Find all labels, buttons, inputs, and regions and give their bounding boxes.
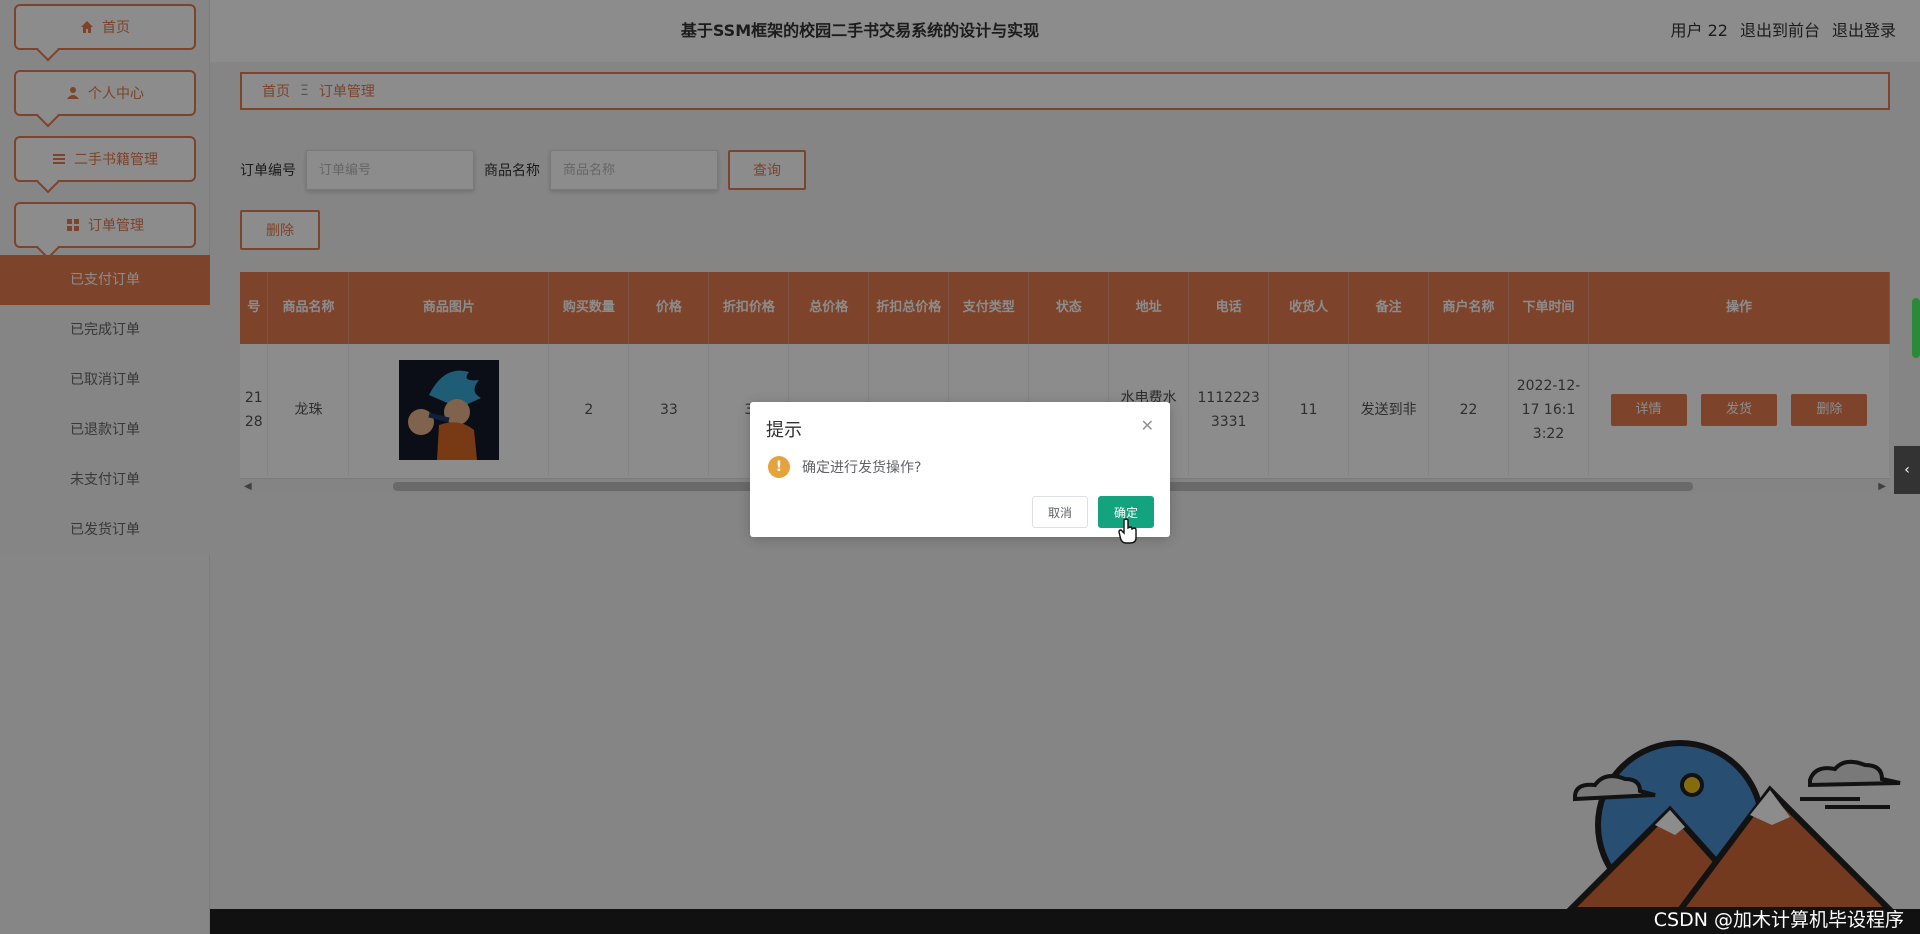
side-collapse-tab[interactable]: ‹ (1894, 446, 1920, 494)
hand-cursor-icon (1118, 518, 1137, 544)
page-scrollbar[interactable] (1912, 298, 1920, 358)
dialog-message-row: ! 确定进行发货操作? (768, 456, 921, 478)
close-icon[interactable]: ✕ (1141, 416, 1154, 435)
dialog-message: 确定进行发货操作? (802, 460, 922, 476)
dialog-title: 提示 (766, 420, 802, 441)
confirm-dialog: 提示 ✕ ! 确定进行发货操作? 取消 确定 (750, 402, 1170, 537)
chevron-left-icon: ‹ (1904, 462, 1910, 478)
warning-icon: ! (768, 456, 790, 478)
cancel-button[interactable]: 取消 (1032, 496, 1088, 528)
watermark: CSDN @加木计算机毕设程序 (1653, 909, 1904, 931)
